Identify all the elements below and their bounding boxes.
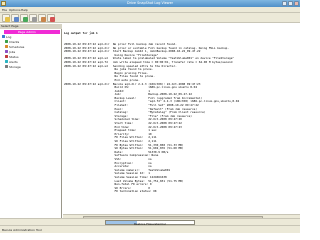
- open-icon: [4, 16, 10, 22]
- schedules-icon: [5, 45, 8, 49]
- sidebar-item-storage[interactable]: Storage: [5, 65, 60, 69]
- window-title: Drive SnapShot Log Viewer: [126, 1, 174, 5]
- save-icon: [13, 16, 19, 22]
- print-icon: [31, 16, 37, 22]
- menu-help[interactable]: Help: [21, 8, 28, 12]
- sidebar-item-label: Clients: [9, 40, 20, 44]
- sidebar-item-page-admin[interactable]: Page Admin: [4, 30, 60, 34]
- toolbar: [0, 13, 300, 23]
- settings-icon: [40, 16, 46, 22]
- log-header: Log output for job 1: [64, 31, 98, 36]
- statusbar: Bacula Administration Tool: [0, 225, 300, 233]
- sidebar-item-label: Status: [9, 55, 19, 59]
- sidebar-item-status[interactable]: Status: [5, 55, 60, 59]
- alerts-icon: [5, 60, 8, 64]
- log-lines: 2008-10-22 09:47:22 sqd-dir No prior Ful…: [64, 42, 299, 194]
- help-icon: [49, 16, 55, 22]
- sidebar-item-label: Alerts: [9, 60, 18, 64]
- log-text[interactable]: Log output for job 1 2008-10-22 09:47:22…: [64, 25, 299, 201]
- sidebar-item-jobs[interactable]: Jobs: [5, 50, 60, 54]
- sidebar-item-schedules[interactable]: Schedules: [5, 45, 60, 49]
- sidebar-item-label: Storage: [9, 65, 21, 69]
- refresh-button[interactable]: [20, 14, 28, 22]
- minimize-icon[interactable]: [282, 1, 287, 6]
- save-button[interactable]: [11, 14, 19, 22]
- progress-row: Restore Filesystem(s): [0, 218, 300, 226]
- menu-file[interactable]: File: [2, 8, 7, 12]
- maximize-icon[interactable]: [288, 1, 293, 6]
- sidebar-item-label: Schedules: [9, 45, 25, 49]
- sidebar-caption: Select Page: [0, 24, 62, 29]
- help-button[interactable]: [47, 14, 55, 22]
- open-button[interactable]: [2, 14, 10, 22]
- sidebar-item-label: Jobs: [9, 50, 16, 54]
- menu-options[interactable]: Options: [9, 8, 21, 12]
- sidebar-item-log[interactable]: Log: [2, 35, 60, 39]
- log-panel: Log output for job 1 2008-10-22 09:47:22…: [63, 24, 300, 218]
- print-button[interactable]: [29, 14, 37, 22]
- sidebar-item-clients[interactable]: Clients: [5, 40, 60, 44]
- status-icon: [5, 55, 8, 59]
- window-titlebar: Drive SnapShot Log Viewer: [0, 0, 300, 7]
- sidebar-item-label: Page Admin: [18, 30, 36, 34]
- close-icon[interactable]: [294, 1, 299, 6]
- status-text: Bacula Administration Tool: [2, 228, 42, 232]
- jobs-icon: [5, 50, 8, 54]
- log-line: FD termination status: OK: [64, 189, 157, 194]
- settings-button[interactable]: [38, 14, 46, 22]
- sidebar-item-label: Log: [6, 35, 12, 39]
- log-icon: [2, 35, 5, 39]
- sidebar-item-alerts[interactable]: Alerts: [5, 60, 60, 64]
- sidebar: Select Page Page Admin Log Clients Sched…: [0, 24, 62, 218]
- storage-icon: [5, 65, 8, 69]
- refresh-icon: [22, 16, 28, 22]
- clients-icon: [5, 40, 8, 44]
